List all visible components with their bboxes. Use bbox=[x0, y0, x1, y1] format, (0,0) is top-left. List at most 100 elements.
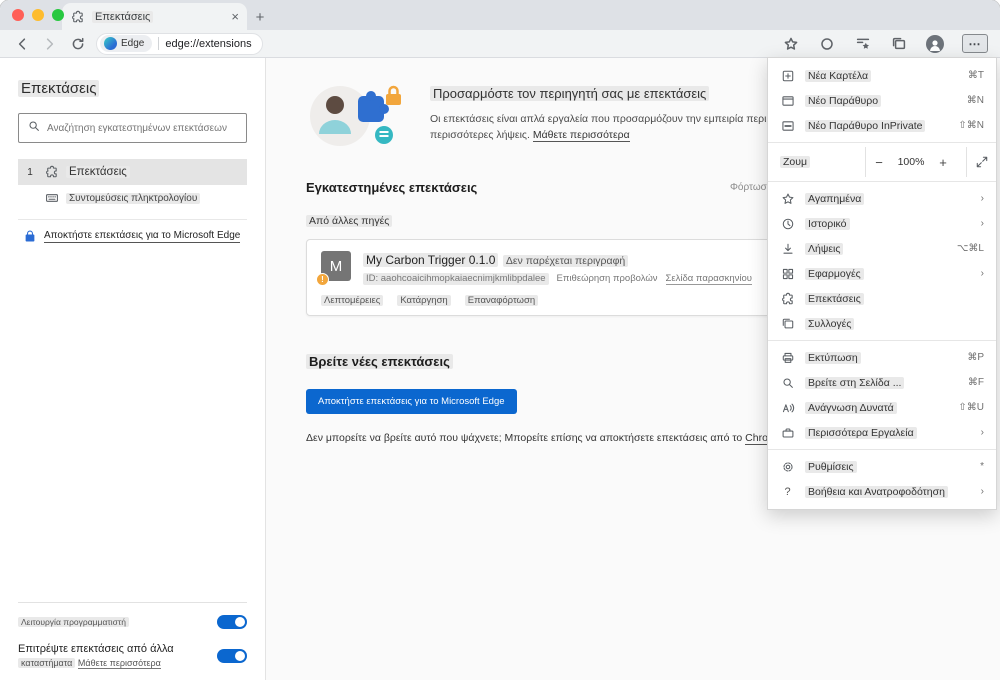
details-button[interactable]: Λεπτομέρειες bbox=[321, 295, 384, 306]
menu-item-label: Περισσότερα Εργαλεία bbox=[805, 426, 917, 439]
menu-item-history[interactable]: Ιστορικό › bbox=[768, 211, 996, 236]
sidebar-item-extensions[interactable]: 1 Επεκτάσεις bbox=[18, 159, 247, 185]
browser-window: Επεκτάσεις × + Edge edge://extensions ⋯ … bbox=[0, 0, 1000, 680]
zoom-in-button[interactable]: + bbox=[930, 147, 956, 177]
menu-item-collections[interactable]: Συλλογές bbox=[768, 311, 996, 336]
menu-item-find-on-page[interactable]: Βρείτε στη Σελίδα ... ⌘F bbox=[768, 370, 996, 395]
menu-divider bbox=[768, 340, 996, 341]
menu-item-label: Ιστορικό bbox=[805, 217, 850, 230]
menu-item-label: Συλλογές bbox=[805, 317, 855, 330]
search-box[interactable] bbox=[18, 113, 247, 143]
submenu-chevron-icon: › bbox=[980, 193, 984, 204]
fullscreen-button[interactable] bbox=[966, 147, 996, 177]
extensions-favicon-icon bbox=[70, 10, 86, 24]
zoom-out-button[interactable]: − bbox=[866, 147, 892, 177]
menu-item-shortcut: ⇧⌘N bbox=[958, 120, 984, 131]
back-button[interactable] bbox=[12, 34, 32, 54]
new-tab-button[interactable]: + bbox=[247, 4, 273, 30]
extensions-sidebar: Επεκτάσεις 1 Επεκτάσεις Συντομεύσ bbox=[0, 58, 266, 680]
reload-button[interactable]: Επαναφόρτωση bbox=[464, 295, 539, 306]
menu-item-more-tools[interactable]: Περισσότερα Εργαλεία › bbox=[768, 420, 996, 445]
sidebar-item-label: Συντομεύσεις πληκτρολογίου bbox=[66, 192, 201, 204]
menu-item-print[interactable]: Εκτύπωση ⌘P bbox=[768, 345, 996, 370]
developer-mode-toggle[interactable] bbox=[217, 615, 247, 629]
gear-icon bbox=[780, 460, 795, 474]
menu-item-label: Νέο Παράθυρο bbox=[805, 94, 882, 107]
inspect-views-label: Επιθεώρηση προβολών bbox=[556, 273, 658, 284]
tab-close-icon[interactable]: × bbox=[231, 9, 239, 24]
star-icon bbox=[780, 192, 795, 206]
search-icon bbox=[27, 119, 41, 138]
history-clock-icon bbox=[780, 217, 795, 231]
find-magnifier-icon bbox=[780, 376, 795, 390]
menu-item-shortcut: ⇧⌘U bbox=[958, 402, 984, 413]
developer-mode-label: Λειτουργία προγραμματιστή bbox=[18, 617, 129, 627]
menu-item-apps[interactable]: Εφαρμογές › bbox=[768, 261, 996, 286]
menu-item-label: Αγαπημένα bbox=[805, 192, 865, 205]
menu-item-label: Νέο Παράθυρο InPrivate bbox=[805, 119, 926, 132]
menu-item-help-and-feedback[interactable]: ? Βοήθεια και Ανατροφοδότηση › bbox=[768, 479, 996, 504]
printer-icon bbox=[780, 351, 795, 365]
toolbox-icon bbox=[780, 426, 795, 440]
menu-item-label: Εφαρμογές bbox=[805, 267, 864, 280]
traffic-lights bbox=[12, 9, 64, 21]
extension-toolbar-icon[interactable] bbox=[818, 35, 836, 53]
find-new-extensions-title: Βρείτε νέες επεκτάσεις bbox=[306, 354, 453, 369]
browser-tab[interactable]: Επεκτάσεις × bbox=[62, 3, 247, 30]
get-extensions-link[interactable]: Αποκτήστε επεκτάσεις για το Microsoft Ed… bbox=[18, 228, 247, 249]
new-tab-icon bbox=[780, 69, 795, 83]
warning-badge-icon: ! bbox=[316, 273, 329, 286]
source-group-label: Από άλλες πηγές bbox=[306, 215, 393, 227]
store-bag-icon bbox=[22, 230, 38, 247]
allow-other-stores-label2: καταστήματα bbox=[18, 658, 76, 668]
new-window-icon bbox=[780, 94, 795, 108]
menu-item-label: Βοήθεια και Ανατροφοδότηση bbox=[805, 485, 948, 498]
submenu-chevron-icon: › bbox=[980, 486, 984, 497]
menu-item-label: Εκτύπωση bbox=[805, 351, 861, 364]
allow-other-stores-toggle[interactable] bbox=[217, 648, 247, 663]
menu-item-downloads[interactable]: Λήψεις ⌥⌘L bbox=[768, 236, 996, 261]
collections-toolbar-icon[interactable] bbox=[890, 35, 908, 53]
background-page-link[interactable]: Σελίδα παρασκηνίου bbox=[665, 273, 752, 285]
allow-learn-more-link[interactable]: Μάθετε περισσότερα bbox=[77, 658, 161, 669]
menu-item-label: Ρυθμίσεις bbox=[805, 460, 857, 473]
menu-item-read-aloud[interactable]: Ανάγνωση Δυνατά ⇧⌘U bbox=[768, 395, 996, 420]
menu-item-label: Νέα Καρτέλα bbox=[805, 69, 872, 82]
get-extensions-button[interactable]: Αποκτήστε επεκτάσεις για το Microsoft Ed… bbox=[306, 389, 517, 414]
menu-item-label: Λήψεις bbox=[805, 242, 844, 255]
edge-chip-label: Edge bbox=[121, 38, 145, 49]
menu-item-shortcut: ⌥⌘L bbox=[956, 243, 984, 254]
menu-item-favorites[interactable]: Αγαπημένα › bbox=[768, 186, 996, 211]
developer-mode-row: Λειτουργία προγραμματιστή bbox=[18, 615, 247, 629]
address-bar[interactable]: Edge edge://extensions bbox=[96, 32, 263, 55]
settings-and-more-button[interactable]: ⋯ bbox=[962, 34, 988, 53]
profile-avatar[interactable] bbox=[926, 34, 944, 53]
menu-item-extensions[interactable]: Επεκτάσεις bbox=[768, 286, 996, 311]
zoom-value: 100% bbox=[897, 156, 925, 168]
menu-item-new-tab[interactable]: Νέα Καρτέλα ⌘T bbox=[768, 63, 996, 88]
help-question-icon: ? bbox=[784, 485, 791, 498]
sidebar-item-keyboard-shortcuts[interactable]: Συντομεύσεις πληκτρολογίου bbox=[18, 185, 247, 211]
sidebar-item-label: Επεκτάσεις bbox=[66, 166, 130, 178]
browser-settings-menu: Νέα Καρτέλα ⌘T Νέο Παράθυρο ⌘N Νέο Παράθ… bbox=[767, 57, 997, 510]
submenu-chevron-icon: › bbox=[980, 268, 984, 279]
close-window-button[interactable] bbox=[12, 9, 24, 21]
keyboard-icon bbox=[44, 191, 60, 205]
menu-divider bbox=[768, 181, 996, 182]
minimize-window-button[interactable] bbox=[32, 9, 44, 21]
favorite-star-button[interactable] bbox=[782, 35, 800, 53]
refresh-button[interactable] bbox=[68, 34, 88, 54]
menu-item-label: Βρείτε στη Σελίδα ... bbox=[805, 376, 905, 389]
search-input[interactable] bbox=[47, 122, 238, 134]
remove-button[interactable]: Κατάργηση bbox=[397, 295, 451, 306]
settings-update-mark: * bbox=[980, 461, 984, 472]
toolbar: Edge edge://extensions ⋯ bbox=[0, 30, 1000, 58]
menu-item-zoom: Ζουμ − 100% + bbox=[768, 147, 996, 177]
forward-button[interactable] bbox=[40, 34, 60, 54]
hero-learn-more-link[interactable]: Μάθετε περισσότερα bbox=[532, 129, 630, 143]
menu-item-new-inprivate-window[interactable]: Νέο Παράθυρο InPrivate ⇧⌘N bbox=[768, 113, 996, 138]
menu-item-new-window[interactable]: Νέο Παράθυρο ⌘N bbox=[768, 88, 996, 113]
maximize-window-button[interactable] bbox=[52, 9, 64, 21]
menu-item-settings[interactable]: Ρυθμίσεις * bbox=[768, 454, 996, 479]
favorites-hub-icon[interactable] bbox=[854, 35, 872, 53]
